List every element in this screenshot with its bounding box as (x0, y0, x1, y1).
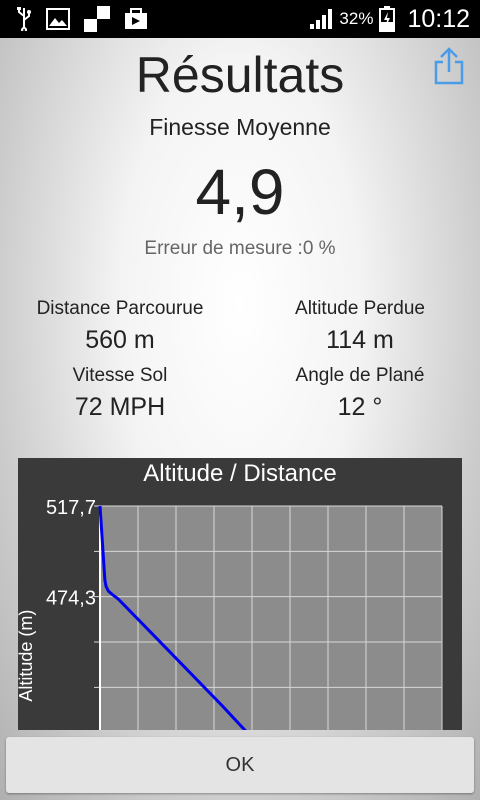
stat-value: 560 m (85, 326, 155, 354)
page-title: Résultats (135, 47, 345, 103)
stat-label: Angle de Plané (295, 365, 425, 386)
usb-icon (16, 7, 32, 31)
clock: 10:12 (407, 4, 470, 33)
y-axis-label: Altitude (m) (18, 610, 36, 702)
stat-value: 12 ° (337, 393, 383, 421)
briefcase-icon (124, 8, 148, 30)
share-icon (434, 47, 464, 85)
stat-altitude-lost: Altitude Perdue 114 m (240, 298, 480, 355)
y-tick-label: 517,7 (46, 497, 96, 519)
stat-ground-speed: Vitesse Sol 72 MPH (0, 365, 240, 422)
ok-button[interactable]: OK (6, 737, 474, 793)
status-bar: 32% 10:12 (0, 0, 480, 38)
y-tick-label: 474,3 (46, 588, 96, 610)
battery-percent: 32% (339, 9, 374, 28)
stat-label: Altitude Perdue (295, 298, 425, 319)
measurement-error: Erreur de mesure :0 % (144, 238, 336, 259)
stat-label: Distance Parcourue (36, 298, 204, 319)
glide-ratio-value: 4,9 (195, 156, 285, 228)
summary-label: Finesse Moyenne (149, 114, 331, 140)
signal-icon (309, 8, 333, 30)
stat-distance: Distance Parcourue 560 m (0, 298, 240, 355)
image-icon (46, 8, 70, 30)
plot-area (100, 506, 442, 730)
stat-value: 72 MPH (74, 393, 166, 421)
stat-label: Vitesse Sol (72, 365, 168, 386)
stat-value: 114 m (326, 326, 394, 354)
altitude-distance-chart: Altitude / Distance 517,7 474,3 Altitude (… (18, 458, 462, 730)
status-bar-left (0, 6, 148, 32)
stat-glide-angle: Angle de Plané 12 ° (240, 365, 480, 422)
share-button[interactable] (432, 46, 466, 86)
checker-icon (84, 6, 110, 32)
chart-plot: 517,7 474,3 Altitude (m) (18, 497, 443, 730)
status-bar-right: 32% 10:12 (309, 5, 480, 34)
battery-icon (379, 6, 396, 32)
